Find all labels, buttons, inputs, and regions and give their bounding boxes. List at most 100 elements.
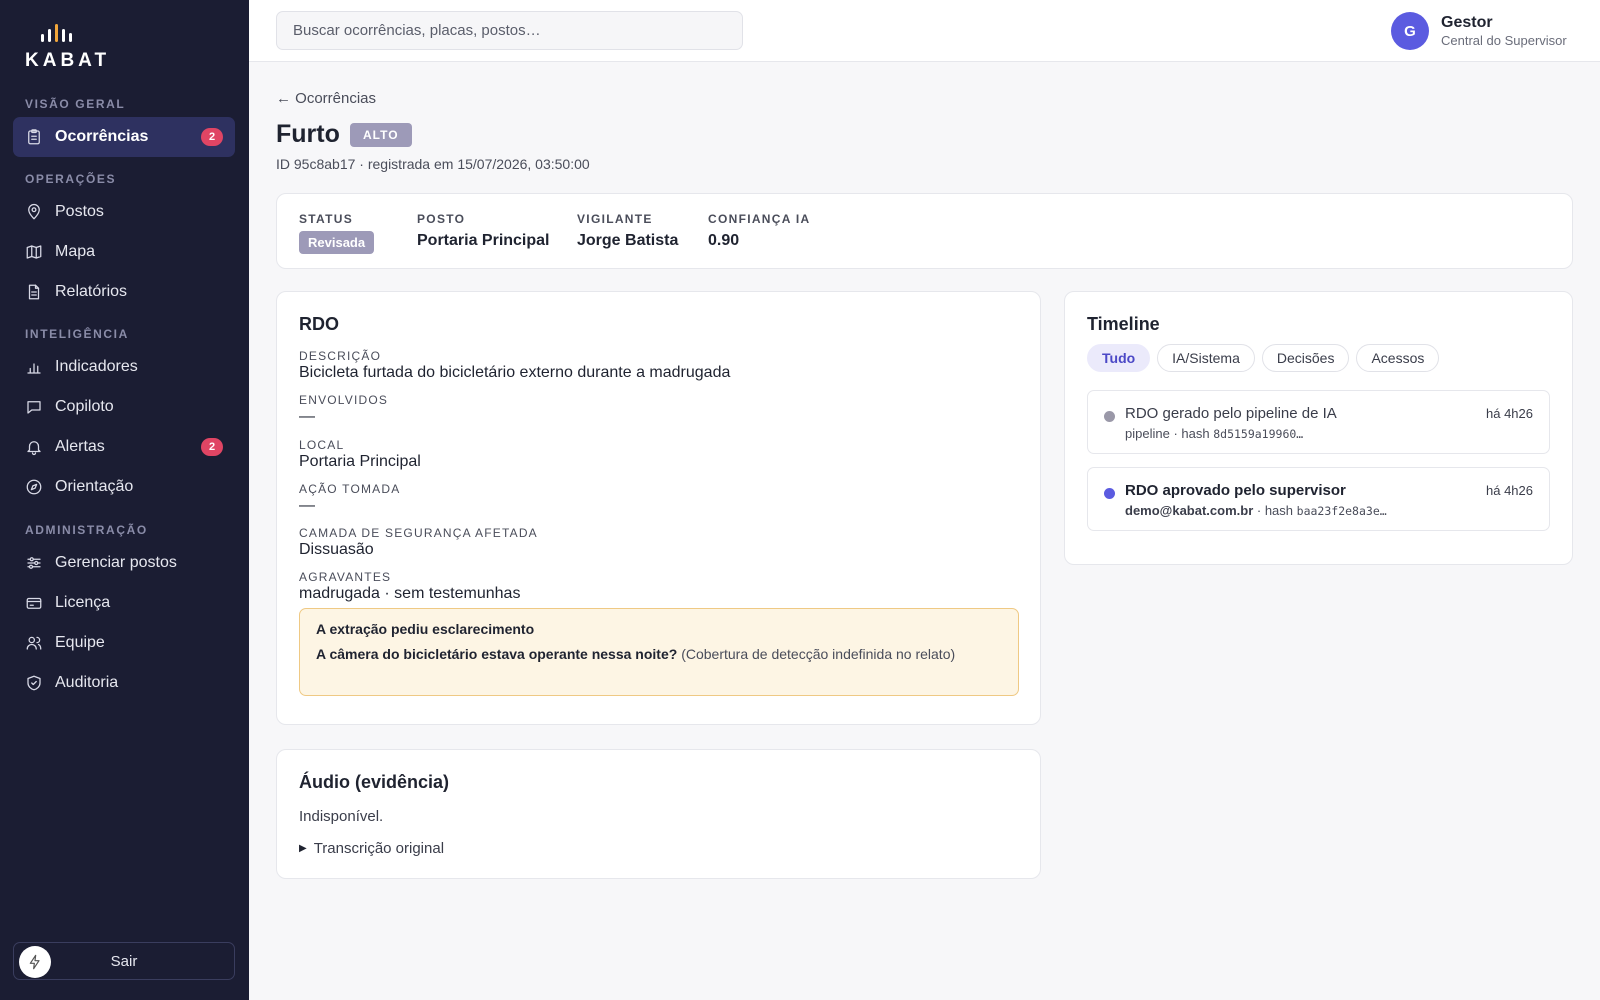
status-badge: Revisada [299, 231, 375, 254]
event-time: há 4h26 [1486, 406, 1533, 421]
event-title: RDO aprovado pelo supervisor [1125, 482, 1346, 499]
logout-label: Sair [110, 952, 138, 970]
sidebar-item-indicadores[interactable]: Indicadores [13, 347, 235, 387]
guard-value: Jorge Batista [577, 232, 679, 249]
timeline-event[interactable]: RDO gerado pelo pipeline de IA pipeline … [1087, 390, 1550, 454]
sound-wave-icon [41, 24, 115, 42]
sidebar-item-label: Equipe [55, 634, 105, 651]
sidebar-item-orientacao[interactable]: Orientação [13, 467, 235, 507]
sidebar-item-label: Relatórios [55, 283, 128, 300]
count-badge: 2 [201, 438, 223, 456]
event-actor: pipeline [1125, 426, 1170, 441]
rdo-title: RDO [299, 314, 339, 334]
status-field: STATUS Revisada [299, 212, 375, 254]
event-title: RDO gerado pelo pipeline de IA [1125, 405, 1337, 422]
back-link[interactable]: ← Ocorrências [276, 90, 376, 107]
confidence-label: CONFIANÇA IA [708, 212, 811, 226]
field-value: — [299, 408, 315, 425]
event-subtitle: demo@kabat.com.br · hash baa23f2e8a3e… [1125, 503, 1387, 518]
count-badge: 2 [201, 128, 223, 146]
sliders-icon [25, 554, 43, 572]
audio-card: Áudio (evidência) Indisponível. ▶ Transc… [276, 749, 1041, 879]
sidebar-item-label: Orientação [55, 478, 134, 495]
filter-chip-acessos[interactable]: Acessos [1356, 344, 1440, 372]
post-label: POSTO [417, 212, 466, 226]
audio-title: Áudio (evidência) [299, 772, 450, 792]
sidebar-item-label: Auditoria [55, 674, 119, 691]
sidebar-item-mapa[interactable]: Mapa [13, 232, 235, 272]
sidebar-item-equipe[interactable]: Equipe [13, 623, 235, 663]
field-label: ENVOLVIDOS [299, 393, 389, 407]
sidebar-item-label: Mapa [55, 243, 96, 260]
guard-label: VIGILANTE [577, 212, 653, 226]
filter-chip-tudo[interactable]: Tudo [1087, 344, 1151, 372]
status-dot [1104, 488, 1115, 499]
event-hash: baa23f2e8a3e… [1296, 504, 1387, 518]
field-label: DESCRIÇÃO [299, 349, 382, 363]
filter-chip-decisoes[interactable]: Decisões [1261, 344, 1350, 372]
sidebar-item-licenca[interactable]: Licença [13, 583, 235, 623]
event-hash-label: · hash [1173, 426, 1210, 441]
brand-name: KABAT [25, 50, 111, 71]
rdo-card: RDO DESCRIÇÃO Bicicleta furtada do bicic… [276, 291, 1041, 725]
field-value: — [299, 497, 315, 514]
event-subtitle: pipeline · hash 8d5159a19960… [1125, 426, 1303, 441]
summary-card: STATUS Revisada POSTO Portaria Principal… [276, 193, 1573, 269]
bar-chart-icon [25, 358, 43, 376]
event-hash-label: · hash [1256, 503, 1294, 518]
clarification-title: A extração pediu esclarecimento [316, 621, 535, 637]
field-value: Dissuasão [299, 541, 374, 558]
section-inteligencia: INTELIGÊNCIA [25, 327, 129, 341]
status-dot [1104, 411, 1115, 422]
status-label: STATUS [299, 212, 354, 226]
severity-badge: ALTO [350, 123, 412, 147]
top-bar: G Gestor Central do Supervisor [249, 0, 1600, 62]
clarification-box: A extração pediu esclarecimento A câmera… [299, 608, 1019, 696]
clarification-body: A câmera do bicicletário estava operante… [316, 645, 1002, 663]
event-hash: 8d5159a19960… [1213, 427, 1304, 441]
field-label: AÇÃO TOMADA [299, 482, 401, 496]
transcript-label: Transcrição original [313, 840, 445, 857]
section-administracao: ADMINISTRAÇÃO [25, 523, 148, 537]
filter-chip-ia-sistema[interactable]: IA/Sistema [1157, 344, 1255, 372]
section-operacoes: OPERAÇÕES [25, 172, 117, 186]
audio-status: Indisponível. [299, 808, 384, 825]
shield-check-icon [25, 674, 43, 692]
field-label: CAMADA DE SEGURANÇA AFETADA [299, 526, 538, 540]
guard-field: VIGILANTE Jorge Batista [577, 212, 678, 250]
field-label: LOCAL [299, 438, 345, 452]
confidence-value: 0.90 [708, 232, 740, 249]
file-text-icon [25, 283, 43, 301]
sidebar: KABAT VISÃO GERAL Ocorrências 2 OPERAÇÕE… [0, 0, 249, 1000]
sidebar-item-auditoria[interactable]: Auditoria [13, 663, 235, 703]
sidebar-item-gerenciar-postos[interactable]: Gerenciar postos [13, 543, 235, 583]
post-value: Portaria Principal [417, 232, 550, 249]
sidebar-item-label: Ocorrências [55, 128, 149, 145]
timeline-event[interactable]: RDO aprovado pelo supervisor demo@kabat.… [1087, 467, 1550, 531]
transcript-toggle[interactable]: ▶ Transcrição original [299, 840, 444, 857]
sidebar-item-label: Licença [55, 594, 111, 611]
sidebar-item-postos[interactable]: Postos [13, 192, 235, 232]
field-value: Bicicleta furtada do bicicletário extern… [299, 364, 731, 381]
search-input[interactable] [276, 11, 743, 50]
sidebar-item-ocorrencias[interactable]: Ocorrências 2 [13, 117, 235, 157]
timeline-card: Timeline Tudo IA/Sistema Decisões Acesso… [1064, 291, 1573, 565]
user-role: Central do Supervisor [1441, 33, 1567, 48]
sidebar-item-label: Postos [55, 203, 104, 220]
sidebar-item-alertas[interactable]: Alertas 2 [13, 427, 235, 467]
logout-button[interactable]: Sair [13, 942, 235, 980]
bolt-icon [19, 946, 51, 978]
map-icon [25, 243, 43, 261]
sidebar-item-copiloto[interactable]: Copiloto [13, 387, 235, 427]
sidebar-item-label: Alertas [55, 438, 105, 455]
sidebar-item-label: Copiloto [55, 398, 114, 415]
confidence-field: CONFIANÇA IA 0.90 [708, 212, 810, 250]
sidebar-item-label: Gerenciar postos [55, 554, 177, 571]
event-time: há 4h26 [1486, 483, 1533, 498]
sidebar-item-relatorios[interactable]: Relatórios [13, 272, 235, 312]
clarification-note: (Cobertura de detecção indefinida no rel… [681, 646, 956, 662]
kabat-logo[interactable]: KABAT [25, 24, 115, 72]
field-value: madrugada · sem testemunhas [299, 585, 521, 602]
avatar[interactable]: G [1391, 12, 1429, 50]
timeline-filters: Tudo IA/Sistema Decisões Acessos [1087, 344, 1440, 372]
